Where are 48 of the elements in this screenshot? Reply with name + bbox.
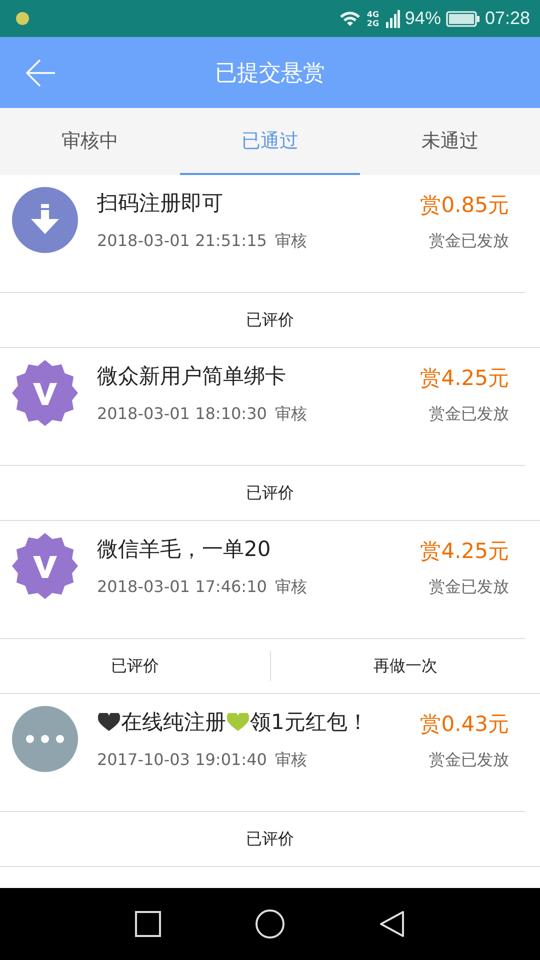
stage-label: 审核 [274,231,307,252]
submit-time: 2018-03-01 21:51:15 [97,231,267,252]
task-card[interactable]: 扫码注册即可 2018-03-01 21:51:15 审核 赏0.85元 赏金已发放 已评价 [0,175,540,348]
task-title: 在线纯注册 [121,709,226,736]
reward-amount: 赏4.25元 [420,365,509,392]
home-icon[interactable] [255,909,285,939]
v-badge-icon [12,533,78,599]
action-button[interactable]: 已评价 [0,466,540,520]
recents-icon[interactable] [135,911,161,937]
stage-label: 审核 [274,750,307,771]
download-icon [12,187,78,253]
stage-label: 审核 [274,404,307,425]
payment-status: 赏金已发放 [429,750,509,771]
clock: 07:28 [484,8,530,29]
network-label: 4G 2G [366,10,380,28]
v-badge-icon [12,360,78,426]
tab[interactable]: 未通过 [360,108,540,175]
task-title: 领1元红包！ [250,709,368,736]
more-icon [12,706,78,772]
task-title: 扫码注册即可 [97,190,223,217]
stage-label: 审核 [274,577,307,598]
action-button[interactable]: 已评价 [0,812,540,866]
task-card[interactable]: 微众新用户简单绑卡 2018-03-01 18:10:30 审核 赏4.25元 赏金已发放 已评价 [0,348,540,521]
payment-status: 赏金已发放 [429,577,509,598]
task-card[interactable]: 微信羊毛，一单20 2018-03-01 17:46:10 审核 赏4.25元 赏金已发放 已评价 再做一次 [0,521,540,694]
reward-amount: 赏0.85元 [420,192,509,219]
back-arrow-icon [26,58,56,86]
page-title: 已提交悬赏 [215,60,325,88]
submit-time: 2018-03-01 17:46:10 [97,577,267,598]
reward-amount: 赏0.43元 [420,711,509,738]
task-title: 微信羊毛，一单20 [97,536,271,563]
back-icon[interactable] [379,910,405,938]
battery-percent: 94% [404,8,441,29]
task-title: 微众新用户简单绑卡 [97,363,286,390]
task-card[interactable]: 在线纯注册 领1元红包！ 2017-10-03 19:01:40 审核 赏0.43元 赏金已发放 已评价 [0,694,540,867]
reward-amount: 赏4.25元 [420,538,509,565]
action-button[interactable]: 再做一次 [270,651,540,681]
payment-status: 赏金已发放 [429,404,509,425]
submit-time: 2017-10-03 19:01:40 [97,750,267,771]
action-button[interactable]: 已评价 [0,293,540,347]
battery-icon [446,10,480,26]
submit-time: 2018-03-01 18:10:30 [97,404,267,425]
payment-status: 赏金已发放 [429,231,509,252]
action-button[interactable]: 已评价 [0,639,270,693]
signal-icon [386,10,400,28]
tab[interactable]: 审核中 [0,108,180,175]
notification-dot-icon [16,12,29,25]
wifi-icon [338,10,362,28]
